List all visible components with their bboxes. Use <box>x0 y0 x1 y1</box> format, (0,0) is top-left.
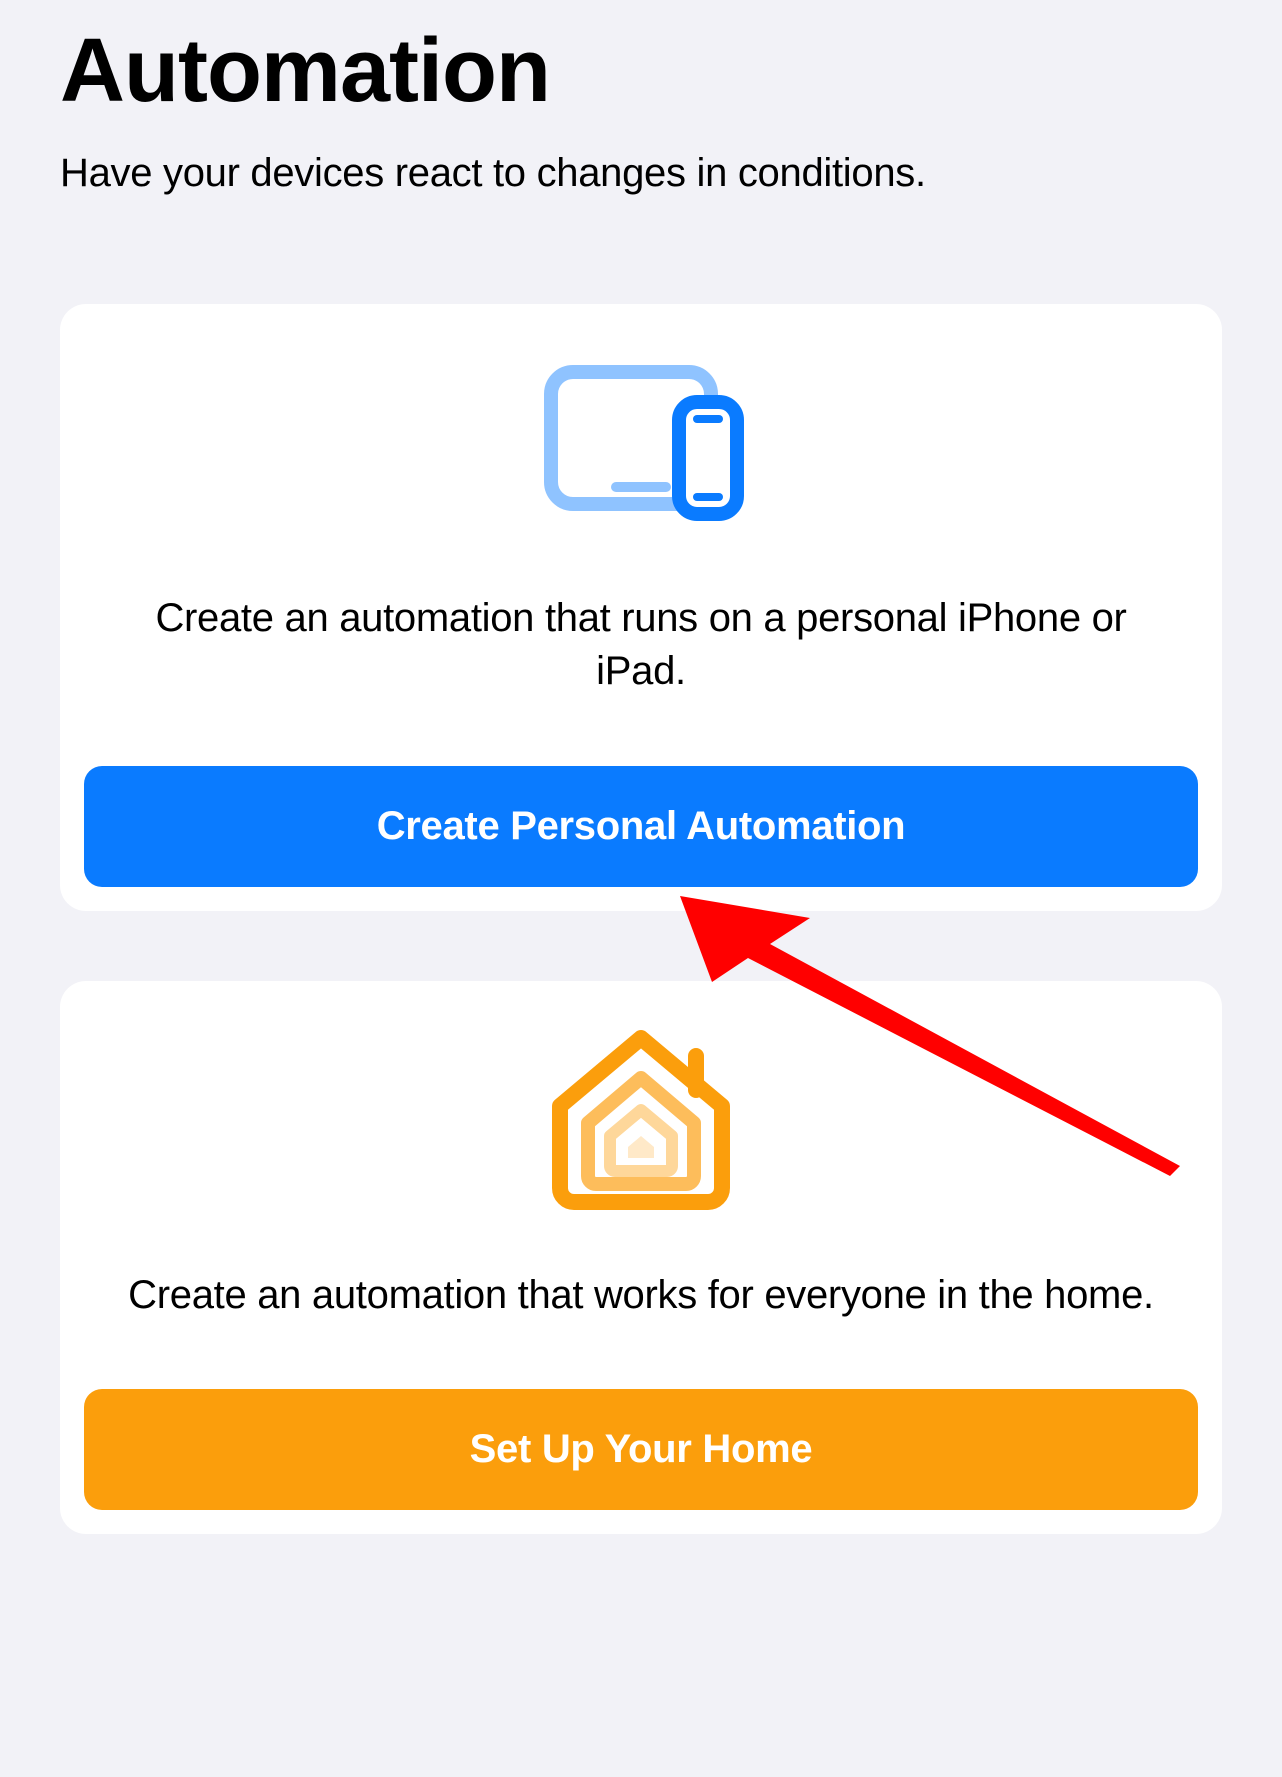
page-subtitle: Have your devices react to changes in co… <box>60 151 1222 196</box>
page-title: Automation <box>60 20 1222 123</box>
personal-automation-description: Create an automation that runs on a pers… <box>111 592 1171 698</box>
set-up-home-button[interactable]: Set Up Your Home <box>84 1389 1198 1510</box>
create-personal-automation-button[interactable]: Create Personal Automation <box>84 766 1198 887</box>
ipad-iphone-icon <box>531 364 751 524</box>
home-icon <box>531 1041 751 1201</box>
home-automation-description: Create an automation that works for ever… <box>128 1269 1154 1322</box>
personal-automation-card: Create an automation that runs on a pers… <box>60 304 1222 911</box>
home-automation-card: Create an automation that works for ever… <box>60 981 1222 1535</box>
